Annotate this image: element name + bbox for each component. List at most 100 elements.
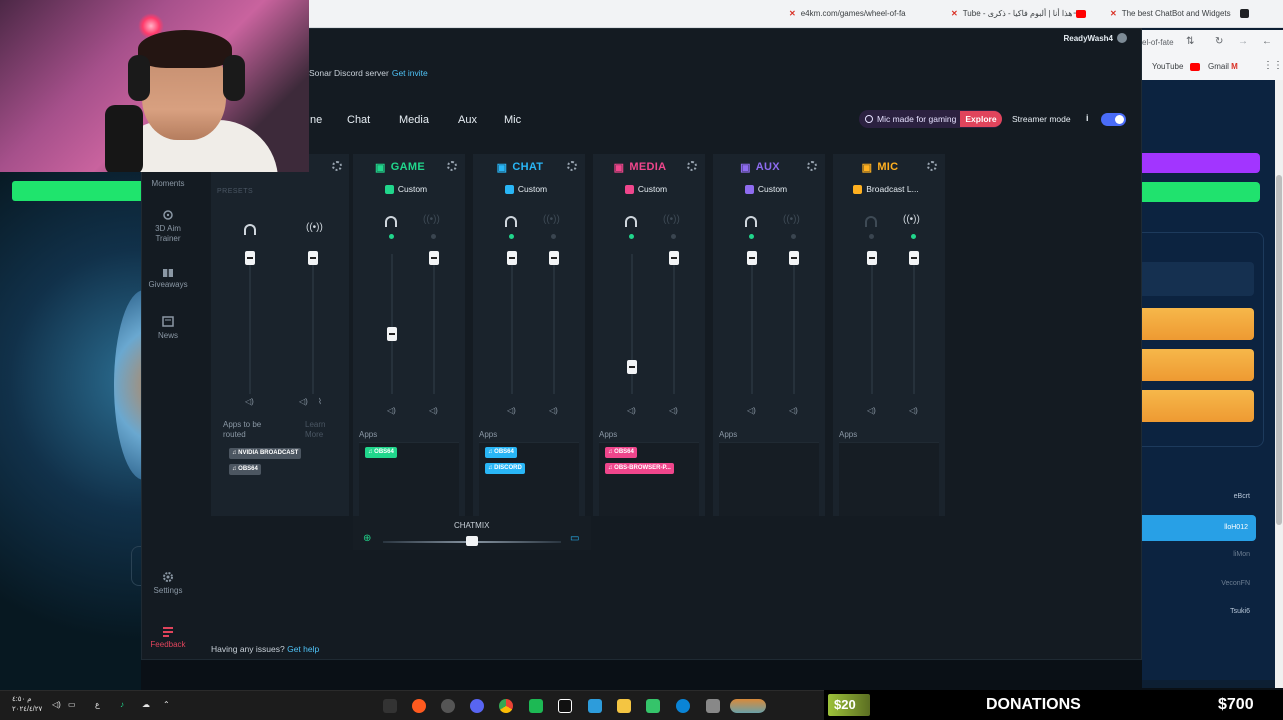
stream-slider-handle[interactable] <box>429 251 439 265</box>
get-help-link[interactable]: Get help <box>287 644 319 654</box>
headphone-icon[interactable] <box>385 216 397 227</box>
sidebar-item-giveaways[interactable]: Giveaways <box>142 265 194 290</box>
background-green-button[interactable] <box>1142 182 1260 202</box>
headphone-slider-handle[interactable] <box>867 251 877 265</box>
stream-slider-handle[interactable] <box>789 251 799 265</box>
app-icon[interactable] <box>529 699 543 713</box>
app-pill-nvidia[interactable]: ♫ NVIDIA BROADCAST <box>229 448 302 459</box>
broadcast-icon[interactable]: ((•)) <box>543 214 560 225</box>
preset-selector[interactable]: Broadcast L... <box>833 184 939 194</box>
tab-game[interactable]: ne <box>310 114 322 126</box>
tab-mic[interactable]: Mic <box>504 114 521 126</box>
network-icon[interactable]: ▭ <box>68 700 76 709</box>
speaker-icon[interactable]: ◁) <box>909 406 918 415</box>
tab-aux[interactable]: Aux <box>458 114 477 126</box>
speaker-icon[interactable]: ◁) <box>669 406 678 415</box>
stream-slider-handle[interactable] <box>909 251 919 265</box>
speaker-icon[interactable]: ◁) <box>387 406 396 415</box>
app-pill[interactable]: ♫ OBS-BROWSER-P... <box>605 463 674 474</box>
headphone-slider-track[interactable] <box>751 254 753 394</box>
stream-slider-track[interactable] <box>913 254 915 394</box>
app-pill[interactable]: ♫ OBS64 <box>605 447 637 458</box>
scrollbar-thumb[interactable] <box>1276 175 1282 525</box>
speaker-icon[interactable]: ◁) <box>429 406 438 415</box>
tab-chat[interactable]: Chat <box>347 114 370 126</box>
reload-icon[interactable]: ↻ <box>1215 36 1223 47</box>
headphone-slider-track[interactable] <box>511 254 513 394</box>
headphone-icon[interactable] <box>745 216 757 227</box>
user-profile[interactable]: ReadyWash4 <box>1064 33 1127 43</box>
app-icon[interactable] <box>706 699 720 713</box>
preset-selector[interactable]: Custom <box>353 184 459 194</box>
language-indicator[interactable]: ع <box>95 700 100 709</box>
folder-icon[interactable] <box>617 699 631 713</box>
app-icon[interactable] <box>730 699 766 713</box>
speaker-icon[interactable]: ◁) <box>245 397 254 406</box>
cloud-icon[interactable]: ☁ <box>142 700 150 709</box>
gear-icon[interactable] <box>332 161 342 171</box>
sidebar-item-settings[interactable]: Settings <box>142 571 194 596</box>
app-icon[interactable] <box>558 699 572 713</box>
list-item-active[interactable]: lloH012 <box>1142 515 1256 541</box>
tab-media[interactable]: Media <box>399 114 429 126</box>
headphone-slider-track[interactable] <box>871 254 873 394</box>
info-icon[interactable]: i <box>1086 113 1089 123</box>
app-pill[interactable]: ♫ OBS64 <box>485 447 517 458</box>
gear-icon[interactable] <box>447 161 457 171</box>
volume-icon[interactable]: ◁) <box>52 700 61 709</box>
list-item[interactable]: eBcrt <box>1142 486 1258 508</box>
preset-selector[interactable]: Custom <box>593 184 699 194</box>
tab-youtube[interactable]: ✕ Tube - هذا أنا | ألبوم فاكيا - ذكرى <box>951 6 1101 22</box>
stream-slider-track[interactable] <box>673 254 675 394</box>
app-pill-obs[interactable]: ♫ OBS64 <box>229 464 261 475</box>
forward-icon[interactable]: → <box>1238 36 1248 47</box>
app-icon[interactable] <box>646 699 660 713</box>
headphone-slider-handle[interactable] <box>747 251 757 265</box>
master-stream-slider-handle[interactable] <box>308 251 318 265</box>
background-orange-button[interactable] <box>1142 308 1254 340</box>
background-orange-button[interactable] <box>1142 390 1254 422</box>
apps-drop-zone[interactable] <box>839 442 939 516</box>
headphone-slider-handle[interactable] <box>507 251 517 265</box>
headphone-icon[interactable] <box>865 216 877 227</box>
monitor-icon[interactable]: ⌇ <box>318 397 322 406</box>
headphone-icon[interactable] <box>625 216 637 227</box>
broadcast-icon[interactable]: ((•)) <box>903 214 920 225</box>
get-invite-link[interactable]: Get invite <box>392 68 428 78</box>
headphone-slider-handle[interactable] <box>627 360 637 374</box>
clock[interactable]: م ٤:٥٠ ٢٠٢٤/٤/٢٧ <box>12 695 42 715</box>
stream-slider-handle[interactable] <box>549 251 559 265</box>
back-icon[interactable]: ← <box>1262 36 1272 47</box>
app-pill[interactable]: ♫ DISCORD <box>485 463 525 474</box>
broadcast-icon[interactable]: ((•)) <box>306 222 323 233</box>
stream-slider-track[interactable] <box>553 254 555 394</box>
streamer-mode-toggle[interactable] <box>1101 113 1126 126</box>
close-icon[interactable]: ✕ <box>1110 9 1117 18</box>
bookmark-youtube[interactable]: YouTube <box>1152 62 1204 71</box>
master-stream-slider-track[interactable] <box>312 254 314 394</box>
discord-icon[interactable] <box>470 699 484 713</box>
app-pill[interactable]: ♫ OBS64 <box>365 447 397 458</box>
extensions-icon[interactable]: ⇅ <box>1186 36 1194 47</box>
background-purple-button[interactable] <box>1142 153 1260 173</box>
explore-button[interactable]: Explore <box>960 111 1002 127</box>
bookmark-gmail[interactable]: Gmail M <box>1208 62 1238 71</box>
broadcast-icon[interactable]: ((•)) <box>783 214 800 225</box>
apps-grid-icon[interactable]: ⋮⋮ <box>1263 60 1283 71</box>
learn-more-link[interactable]: Learn More <box>305 420 339 440</box>
tab-chatbot[interactable]: ✕ The best ChatBot and Widgets <box>1110 6 1260 22</box>
speaker-icon[interactable]: ◁) <box>747 406 756 415</box>
background-orange-button[interactable] <box>1142 349 1254 381</box>
sidebar-item-feedback[interactable]: Feedback <box>142 625 194 650</box>
speaker-icon[interactable]: ◁) <box>867 406 876 415</box>
list-item[interactable]: Tsuki6 <box>1142 601 1258 623</box>
gear-icon[interactable] <box>567 161 577 171</box>
close-icon[interactable]: ✕ <box>951 9 958 18</box>
apps-drop-zone[interactable] <box>719 442 819 516</box>
list-item[interactable]: VeconFN <box>1142 573 1258 595</box>
preset-selector[interactable]: Custom <box>473 184 579 194</box>
epic-games-icon[interactable] <box>383 699 397 713</box>
stream-slider-track[interactable] <box>433 254 435 394</box>
background-input[interactable] <box>1142 262 1254 296</box>
close-icon[interactable]: ✕ <box>789 9 796 18</box>
